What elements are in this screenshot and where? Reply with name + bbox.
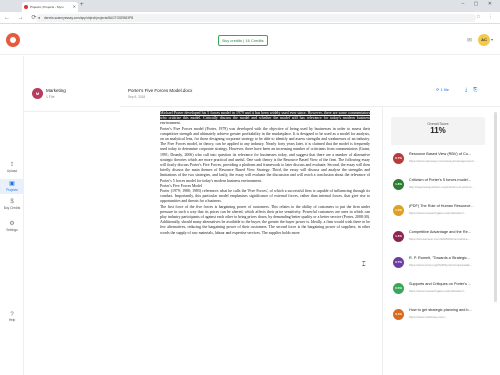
source-item[interactable]: 1.4% (PDF) The Role of Human Resource...…	[391, 203, 491, 225]
browser-tab-strip: Projects | Projects - Stym ✕ + – ▢ ✕	[0, 0, 500, 12]
source-percent-badge: 6.7%	[393, 153, 404, 164]
highlighted-text: Michael Porter developed his 5 forces mo…	[160, 111, 370, 121]
sidebar-item-label: Upload	[6, 169, 18, 173]
project-file-count: 1 File	[46, 95, 55, 99]
source-item[interactable]: 0.4% How to get strategic planning and b…	[391, 307, 491, 329]
source-url: https://www.researchgate.net/publication…	[409, 211, 467, 215]
source-percent-badge: 0.4%	[393, 309, 404, 320]
document-actions[interactable]: ⤓⎘	[465, 87, 483, 93]
help-button[interactable]: ? Help	[0, 312, 24, 322]
document-text: Michael Porter developed his 5 forces mo…	[160, 111, 370, 236]
source-item[interactable]: 1.4% Competitive Advantage and the Re...…	[391, 229, 491, 251]
source-url: https://www.scirp.org/(S(351jmbntvnsjt1a…	[409, 263, 473, 267]
chat-icon[interactable]: ✉	[467, 37, 472, 44]
overall-score-card: Overall Score 11%	[391, 117, 485, 145]
window-controls[interactable]: – ▢ ✕	[462, 1, 496, 7]
mouse-cursor-icon: ⌶	[362, 262, 366, 268]
lock-icon: ●	[38, 15, 41, 20]
address-bar-row: ← → ⟳ ● dermis.scarmyessay.com/app/objec…	[0, 12, 500, 24]
panel-scrollbar[interactable]	[494, 112, 497, 302]
score-label: Overall Score	[427, 122, 449, 126]
nav-buttons[interactable]: ← → ⟳	[4, 14, 39, 21]
upload-icon: ⇪	[9, 162, 15, 168]
source-title: Resource Based View (RBV) of Co...	[409, 152, 471, 156]
source-item[interactable]: 1.8% Criticism of Porter's 5 forces mode…	[391, 177, 491, 199]
project-list-item[interactable]: M Marketing 1 File	[24, 82, 120, 112]
source-percent-badge: 1.4%	[393, 231, 404, 242]
source-url: http://superessaywriters.org/criticism-o…	[409, 185, 474, 189]
project-name: Marketing	[46, 88, 66, 93]
chevron-down-icon[interactable]: ▾	[491, 37, 493, 42]
favicon-icon	[24, 5, 28, 9]
gear-icon: ⚙	[9, 221, 15, 227]
document-paragraph: Porter's Five Forces model (Porter, 1979…	[160, 126, 370, 183]
document-paragraph: Porter (1979; 1980; 1985) references wha…	[160, 189, 370, 204]
highlighted-paragraph: Michael Porter developed his 5 forces mo…	[160, 111, 370, 127]
source-item[interactable]: 6.7% Resource Based View (RBV) of Co... …	[391, 151, 491, 173]
source-title: (PDF) The Role of Human Resource...	[409, 204, 474, 208]
new-tab-icon[interactable]: +	[80, 2, 84, 8]
source-percent-badge: 0.7%	[393, 257, 404, 268]
project-avatar: M	[32, 88, 43, 99]
source-percent-badge: 1.8%	[393, 179, 404, 190]
close-tab-icon[interactable]: ✕	[73, 2, 76, 12]
sidebar-item-buy-credits[interactable]: $ Buy Credits	[0, 199, 24, 210]
source-url: https://www.mckinsey.com/...	[409, 315, 448, 319]
document-date: Sep 6, 2018	[128, 95, 146, 99]
download-icon[interactable]: ⤓	[465, 87, 473, 93]
source-title: Supports and Critiques on Porter's ...	[409, 282, 472, 286]
sidebar-item-label: Projects	[6, 188, 18, 192]
source-title: How to get strategic planning and b...	[409, 308, 472, 312]
browser-menu-icon[interactable]: ☆ ⋮	[476, 14, 496, 20]
buy-credits-button[interactable]: Buy credits | 16 Credits	[218, 35, 268, 46]
source-percent-badge: 1.4%	[393, 205, 404, 216]
sidebar-item-label: Settings	[6, 228, 18, 232]
document-paragraph: The first force of the five forces is ba…	[160, 204, 370, 235]
copy-icon[interactable]: ⎘	[473, 87, 483, 93]
source-title: R. P. Rumelt, "Towards a Strategic...	[409, 256, 470, 260]
browser-tab[interactable]: Projects | Projects - Stym ✕	[22, 2, 78, 12]
source-item[interactable]: 0.5% Supports and Critiques on Porter's …	[391, 281, 491, 303]
file-button-label: 1 file	[440, 87, 449, 92]
sidebar-item-settings[interactable]: ⚙ Settings	[0, 221, 24, 232]
url-text: dermis.scarmyessay.com/app/object/projec…	[44, 16, 134, 20]
tab-title: Projects | Projects - Stym	[30, 5, 64, 9]
app-logo[interactable]	[6, 33, 20, 47]
help-label: Help	[8, 318, 16, 322]
user-avatar[interactable]: AC	[478, 34, 490, 46]
file-button[interactable]: ⟳ 1 file	[436, 87, 449, 92]
source-percent-badge: 0.5%	[393, 283, 404, 294]
highlight-tail: environment.	[160, 121, 181, 126]
source-title: Criticism of Porter's 5 forces model...	[409, 178, 471, 182]
left-sidebar: ⇪ Upload ▣ Projects $ Buy Credits ⚙ Sett…	[0, 56, 24, 375]
document-body[interactable]: Michael Porter developed his 5 forces mo…	[120, 107, 382, 375]
source-url: https://www.ukessays.com/essays/manageme…	[409, 159, 477, 163]
source-url: https://ericsamson.com/2018/04/competiti…	[409, 237, 472, 241]
document-title: Porter's Five Forces Model.docx	[128, 88, 193, 93]
source-url: https://www.researchgate.net/publication…	[409, 289, 467, 293]
sidebar-item-label: Buy Credits	[3, 206, 21, 210]
credits-icon: $	[10, 199, 14, 205]
similarity-panel: Overall Score 11% 6.7% Resource Based Vi…	[382, 107, 500, 375]
url-field[interactable]: ● dermis.scarmyessay.com/app/object/proj…	[36, 14, 476, 22]
folder-icon: ▣	[9, 181, 15, 187]
sidebar-item-upload[interactable]: ⇪ Upload	[0, 162, 24, 173]
source-title: Competitive Advantage and the Re...	[409, 230, 471, 234]
score-value: 11%	[430, 126, 446, 135]
app-header: Buy credits | 16 Credits ✉ AC ▾	[0, 25, 500, 55]
sidebar-item-projects[interactable]: ▣ Projects	[0, 179, 24, 194]
document-header: Porter's Five Forces Model.docx Sep 6, 2…	[120, 82, 500, 107]
source-item[interactable]: 0.7% R. P. Rumelt, "Towards a Strategic.…	[391, 255, 491, 277]
